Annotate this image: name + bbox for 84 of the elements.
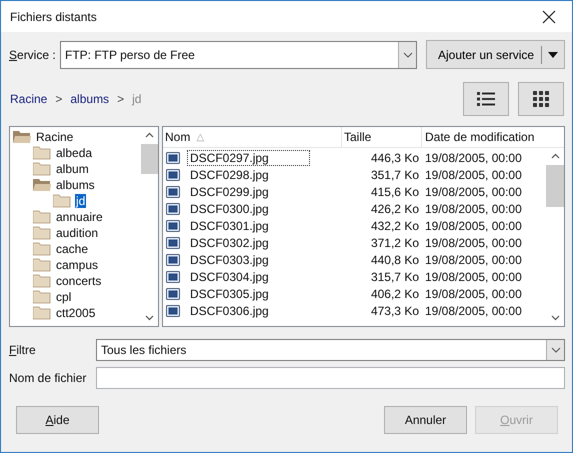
scroll-up-icon[interactable] [550, 153, 560, 159]
image-file-icon [166, 270, 180, 282]
image-file-icon [166, 236, 180, 248]
image-file-icon [166, 254, 180, 266]
file-name[interactable]: DSCF0302.jpg [187, 234, 272, 250]
image-file-icon [166, 288, 180, 300]
file-size: 440,8 Ko [370, 252, 420, 266]
scrollbar-thumb[interactable] [546, 165, 564, 207]
file-size: 473,3 Ko [370, 304, 420, 318]
file-date: 19/08/2005, 00:00 [424, 150, 523, 164]
chevron-down-icon [550, 347, 560, 353]
scroll-down-icon[interactable] [145, 315, 154, 321]
file-name[interactable]: DSCF0301.jpg [187, 218, 272, 234]
file-name[interactable]: DSCF0304.jpg [187, 268, 272, 284]
column-header[interactable]: Nom △ [163, 127, 342, 147]
close-icon[interactable] [542, 10, 556, 24]
file-name[interactable]: DSCF0298.jpg [187, 166, 272, 182]
sort-indicator: △ [196, 131, 204, 143]
list-view-button[interactable] [463, 82, 509, 116]
image-file-icon [166, 304, 180, 316]
service-dropdown[interactable]: FTP: FTP perso de Free [60, 40, 417, 68]
folder-item[interactable]: album [55, 162, 90, 176]
filter-dropdown[interactable]: Tous les fichiers [96, 339, 565, 361]
file-size: 432,2 Ko [370, 218, 420, 232]
breadcrumb-link[interactable]: Racine [10, 92, 48, 106]
chevron-down-icon [402, 52, 412, 58]
folder-item[interactable]: albums [55, 178, 96, 192]
breadcrumb-link[interactable]: albums [70, 92, 110, 106]
dropdown-arrow-icon [548, 52, 558, 58]
service-label: Service : [9, 48, 57, 62]
file-size: 315,7 Ko [370, 270, 420, 284]
grid-view-button[interactable] [518, 82, 564, 116]
image-file-icon [166, 202, 180, 214]
filter-label: Filtre [9, 343, 37, 357]
folder-item[interactable]: campus [55, 258, 100, 272]
cancel-button[interactable]: Annuler [384, 406, 467, 434]
folder-item[interactable]: albeda [55, 146, 94, 160]
list-icon [477, 90, 495, 106]
file-name[interactable]: DSCF0303.jpg [187, 252, 272, 268]
file-size: 351,7 Ko [370, 168, 420, 182]
folder-item[interactable]: concerts [55, 274, 102, 288]
file-date: 19/08/2005, 00:00 [424, 218, 523, 232]
file-name[interactable]: DSCF0300.jpg [187, 200, 272, 216]
column-header[interactable]: Date de modification [422, 127, 546, 147]
folder-item[interactable]: annuaire [55, 210, 104, 224]
folder-item[interactable]: jd [75, 194, 86, 208]
file-name[interactable]: DSCF0305.jpg [187, 286, 272, 302]
file-name[interactable]: DSCF0306.jpg [187, 302, 272, 318]
file-size: 426,2 Ko [370, 202, 420, 216]
image-file-icon [166, 152, 180, 164]
file-size: 406,2 Ko [370, 286, 420, 300]
scroll-down-icon[interactable] [550, 315, 560, 321]
file-date: 19/08/2005, 00:00 [424, 236, 523, 250]
file-date: 19/08/2005, 00:00 [424, 202, 523, 216]
file-date: 19/08/2005, 00:00 [424, 304, 523, 318]
folder-item[interactable]: Racine [35, 130, 74, 144]
file-size: 415,6 Ko [370, 184, 420, 198]
folder-item[interactable]: cache [55, 242, 90, 256]
breadcrumb-separator: > [55, 92, 62, 106]
image-file-icon [166, 220, 180, 232]
file-date: 19/08/2005, 00:00 [424, 184, 523, 198]
folder-item[interactable]: cpl [55, 290, 72, 304]
scrollbar-thumb[interactable] [141, 144, 158, 174]
file-date: 19/08/2005, 00:00 [424, 252, 523, 266]
help-button[interactable]: Aide [16, 406, 99, 434]
folder-item[interactable]: audition [55, 226, 100, 240]
filename-field[interactable] [96, 367, 565, 389]
image-file-icon [166, 168, 180, 180]
file-date: 19/08/2005, 00:00 [424, 286, 523, 300]
file-name[interactable]: DSCF0299.jpg [187, 184, 272, 200]
breadcrumb-separator: > [117, 92, 124, 106]
file-size: 446,3 Ko [370, 150, 420, 164]
file-size: 371,2 Ko [370, 236, 420, 250]
file-date: 19/08/2005, 00:00 [424, 270, 523, 284]
grid-icon [533, 90, 549, 106]
file-date: 19/08/2005, 00:00 [424, 168, 523, 182]
filename-label: Nom de fichier [9, 371, 88, 385]
window-title: Fichiers distants [10, 10, 97, 24]
file-name[interactable]: DSCF0297.jpg [187, 150, 310, 166]
column-header[interactable]: Taille [342, 127, 422, 147]
add-service-button[interactable]: Ajouter un service [426, 40, 565, 69]
scroll-up-icon[interactable] [145, 132, 154, 138]
folder-item[interactable]: ctt2005 [55, 306, 96, 320]
image-file-icon [166, 186, 180, 198]
